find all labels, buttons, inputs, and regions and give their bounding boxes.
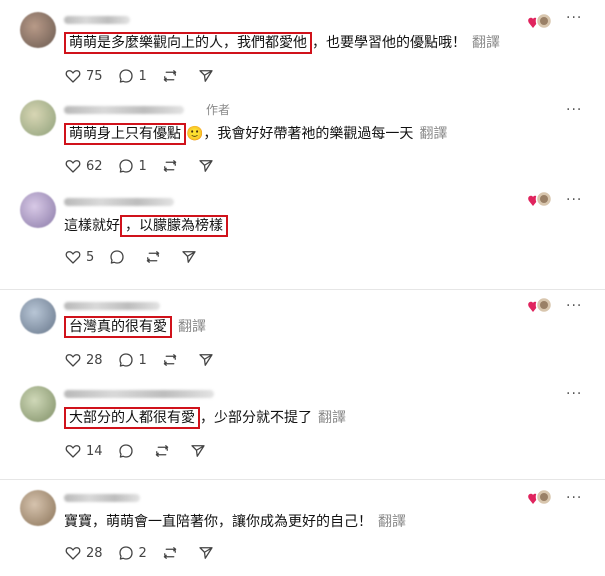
reply-button[interactable] <box>117 442 139 460</box>
translate-link[interactable]: 翻譯 <box>178 319 206 335</box>
send-icon <box>199 354 213 366</box>
comment-icon <box>118 69 133 83</box>
more-options-button[interactable]: ··· <box>566 386 582 402</box>
comment-actions: 28 2 <box>64 543 233 563</box>
avatar[interactable] <box>20 12 56 48</box>
send-icon <box>199 70 213 82</box>
liked-by-author-badge <box>527 190 553 210</box>
repost-button[interactable] <box>161 544 183 562</box>
username-blurred[interactable] <box>64 302 160 310</box>
comment-icon <box>118 546 133 560</box>
more-options-button[interactable]: ··· <box>566 102 582 118</box>
liked-by-author-badge <box>527 296 553 316</box>
comment-actions: 28 1 <box>64 350 233 370</box>
comment-text: 台灣真的很有愛 翻譯 <box>64 316 206 338</box>
repost-icon <box>163 547 177 559</box>
translate-link[interactable]: 翻譯 <box>318 410 346 426</box>
like-button[interactable]: 14 <box>64 442 103 460</box>
repost-button[interactable] <box>161 67 183 85</box>
reply-button[interactable]: 1 <box>117 67 147 85</box>
send-icon <box>199 160 213 172</box>
share-button[interactable] <box>189 442 211 460</box>
heart-icon <box>65 445 81 458</box>
share-button[interactable] <box>197 157 219 175</box>
comment-icon <box>118 444 133 458</box>
liked-by-author-badge <box>527 12 553 32</box>
repost-button[interactable] <box>161 351 183 369</box>
more-options-button[interactable]: ··· <box>566 192 582 208</box>
repost-icon <box>163 70 177 82</box>
like-button[interactable]: 28 <box>64 351 103 369</box>
username-blurred[interactable] <box>64 198 174 206</box>
share-button[interactable] <box>197 351 219 369</box>
comment-text: 寶寶，萌萌會一直陪著你，讓你成為更好的自己！ 翻譯 <box>64 514 406 530</box>
like-button[interactable]: 75 <box>64 67 103 85</box>
send-icon <box>190 445 205 457</box>
comment-icon <box>118 353 133 367</box>
heart-icon <box>65 354 81 367</box>
send-icon <box>182 251 196 263</box>
reply-button[interactable] <box>108 248 130 266</box>
share-button[interactable] <box>197 67 219 85</box>
highlighted-text: 萌萌是多麼樂觀向上的人，我們都愛他 <box>64 32 312 54</box>
like-button[interactable]: 5 <box>64 248 94 266</box>
like-button[interactable]: 28 <box>64 544 103 562</box>
comment-text: 萌萌身上只有優點 🙂，我會好好帶著祂的樂觀過每一天 翻譯 <box>64 123 447 145</box>
username-blurred[interactable] <box>64 16 130 24</box>
like-button[interactable]: 62 <box>64 157 103 175</box>
reply-button[interactable]: 1 <box>117 157 147 175</box>
highlighted-text: 萌萌身上只有優點 <box>64 123 186 145</box>
translate-link[interactable]: 翻譯 <box>419 126 447 142</box>
avatar[interactable] <box>20 100 56 136</box>
translate-link[interactable]: 翻譯 <box>472 35 500 51</box>
username-blurred[interactable] <box>64 106 184 114</box>
repost-button[interactable] <box>144 248 166 266</box>
comment-text: 大部分的人都很有愛 ，少部分就不提了 翻譯 <box>64 407 346 429</box>
heart-icon <box>65 251 81 264</box>
more-options-button[interactable]: ··· <box>566 298 582 314</box>
reply-button[interactable]: 1 <box>117 351 147 369</box>
username-blurred[interactable] <box>64 494 140 502</box>
comment-icon <box>110 250 124 264</box>
share-button[interactable] <box>180 248 202 266</box>
heart-icon <box>65 70 81 83</box>
comment-actions: 62 1 <box>64 156 233 176</box>
repost-icon <box>147 251 160 263</box>
repost-button[interactable] <box>161 157 183 175</box>
group-separator <box>0 289 605 290</box>
avatar[interactable] <box>20 490 56 526</box>
repost-icon <box>155 445 168 457</box>
highlighted-text: 大部分的人都很有愛 <box>64 407 200 429</box>
avatar[interactable] <box>20 192 56 228</box>
avatar[interactable] <box>20 298 56 334</box>
repost-icon <box>163 160 177 172</box>
comment-actions: 5 <box>64 247 216 267</box>
avatar[interactable] <box>20 386 56 422</box>
author-tag: 作者 <box>206 103 231 117</box>
comment-text: 萌萌是多麼樂觀向上的人，我們都愛他 ，也要學習他的優點哦！ 翻譯 <box>64 32 500 54</box>
repost-button[interactable] <box>153 442 175 460</box>
more-options-button[interactable]: ··· <box>566 10 582 26</box>
highlighted-text: ，以朦朦為榜樣 <box>120 215 228 237</box>
comment-icon <box>118 159 133 173</box>
heart-icon <box>65 160 81 173</box>
comment-actions: 14 <box>64 441 225 461</box>
send-icon <box>199 547 213 559</box>
highlighted-text: 台灣真的很有愛 <box>64 316 172 338</box>
liked-by-author-badge <box>527 488 553 508</box>
comment-actions: 75 1 <box>64 66 233 86</box>
translate-link[interactable]: 翻譯 <box>378 514 406 530</box>
username-blurred[interactable] <box>64 390 214 398</box>
reply-button[interactable]: 2 <box>117 544 147 562</box>
more-options-button[interactable]: ··· <box>566 490 582 506</box>
repost-icon <box>163 354 177 366</box>
share-button[interactable] <box>197 544 219 562</box>
group-separator <box>0 479 605 480</box>
heart-icon <box>65 547 81 560</box>
comment-text: 這樣就好 ，以朦朦為榜樣 <box>64 215 228 237</box>
